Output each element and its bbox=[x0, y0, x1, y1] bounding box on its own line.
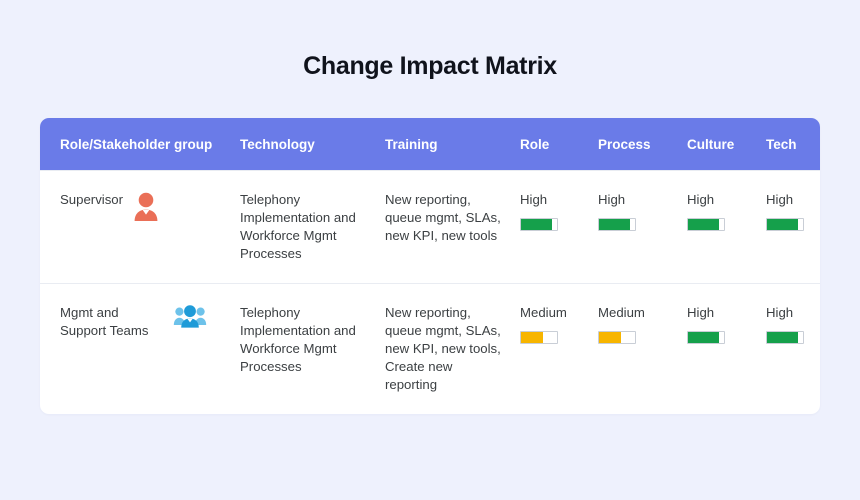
column-header-technology: Technology bbox=[240, 136, 315, 152]
cell-role-impact: High bbox=[520, 191, 598, 263]
table-header-row: Role/Stakeholder group Technology Traini… bbox=[40, 118, 820, 170]
cell-culture: High bbox=[687, 304, 766, 394]
cell-technology: Telephony Implementation and Workforce M… bbox=[240, 305, 356, 374]
cell-role-stakeholder-group: Mgmt and Support Teams bbox=[40, 304, 240, 394]
role-label: Supervisor bbox=[60, 192, 124, 207]
rating-bar-fill bbox=[688, 332, 719, 343]
rating-label: High bbox=[520, 192, 548, 207]
rating-bar-fill bbox=[521, 332, 543, 343]
column-header-role: Role bbox=[520, 136, 550, 152]
cell-process: Medium bbox=[598, 304, 687, 394]
cell-training: New reporting, queue mgmt, SLAs, new KPI… bbox=[385, 192, 501, 243]
rating-label: Medium bbox=[520, 305, 567, 320]
cell-role-impact: Medium bbox=[520, 304, 598, 394]
column-header-culture: Culture bbox=[687, 136, 735, 152]
column-header-role-stakeholder-group: Role/Stakeholder group bbox=[60, 136, 213, 152]
page-root: Change Impact Matrix Role/Stakeholder gr… bbox=[0, 0, 860, 500]
rating-bar bbox=[687, 331, 725, 344]
cell-tech: High bbox=[766, 191, 820, 263]
rating-bar-fill bbox=[767, 219, 798, 230]
cell-culture: High bbox=[687, 191, 766, 263]
rating-bar bbox=[598, 331, 636, 344]
rating-bar bbox=[520, 331, 558, 344]
rating-label: High bbox=[598, 192, 626, 207]
rating-bar bbox=[687, 218, 725, 231]
column-header-training: Training bbox=[385, 136, 438, 152]
rating-bar bbox=[598, 218, 636, 231]
role-label: Mgmt and Support Teams bbox=[60, 305, 149, 338]
rating-bar-fill bbox=[599, 219, 630, 230]
rating-label: High bbox=[687, 192, 715, 207]
cell-training: New reporting, queue mgmt, SLAs, new KPI… bbox=[385, 305, 501, 392]
rating-bar-fill bbox=[521, 219, 552, 230]
rating-bar-fill bbox=[599, 332, 621, 343]
table-row: Supervisor Telephony Implementation and … bbox=[40, 170, 820, 283]
cell-technology: Telephony Implementation and Workforce M… bbox=[240, 192, 356, 261]
page-title: Change Impact Matrix bbox=[303, 52, 557, 80]
change-impact-matrix-table: Role/Stakeholder group Technology Traini… bbox=[40, 118, 820, 414]
rating-bar bbox=[766, 331, 804, 344]
rating-bar bbox=[766, 218, 804, 231]
table-row: Mgmt and Support Teams Telephony Impleme… bbox=[40, 283, 820, 414]
column-header-tech: Tech bbox=[766, 136, 797, 152]
cell-process: High bbox=[598, 191, 687, 263]
cell-tech: High bbox=[766, 304, 820, 394]
rating-bar-fill bbox=[767, 332, 798, 343]
rating-label: Medium bbox=[598, 305, 645, 320]
rating-bar bbox=[520, 218, 558, 231]
group-people-icon bbox=[173, 304, 207, 332]
column-header-process: Process bbox=[598, 136, 651, 152]
rating-bar-fill bbox=[688, 219, 719, 230]
rating-label: High bbox=[766, 192, 794, 207]
single-person-icon bbox=[132, 191, 160, 221]
rating-label: High bbox=[687, 305, 715, 320]
rating-label: High bbox=[766, 305, 794, 320]
cell-role-stakeholder-group: Supervisor bbox=[40, 191, 240, 263]
